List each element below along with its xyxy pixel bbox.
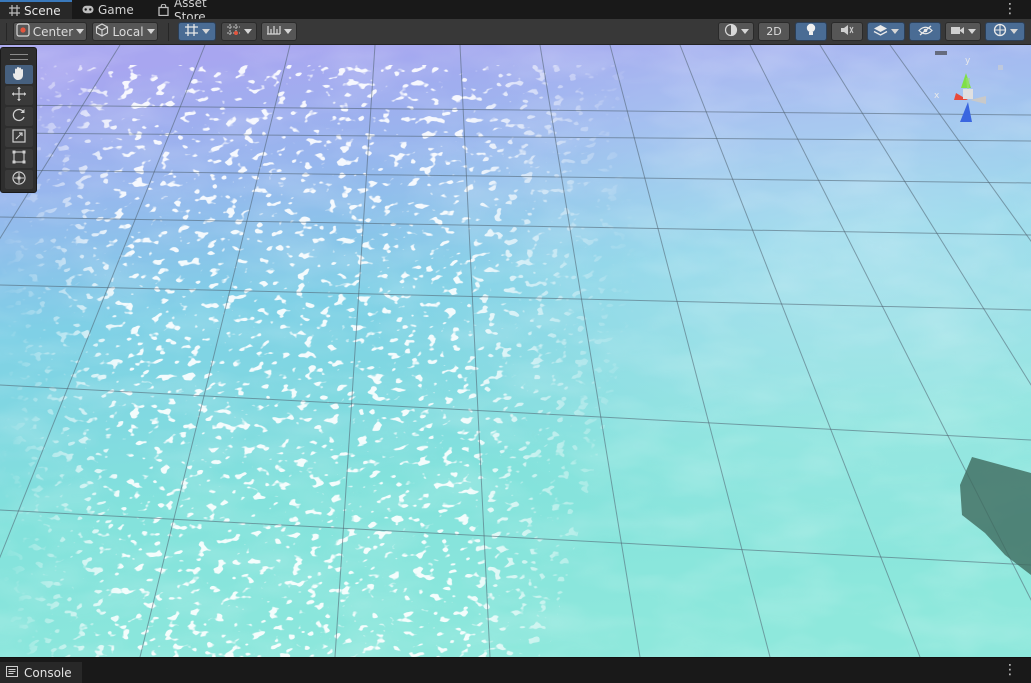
pivot-label: Center xyxy=(32,24,74,39)
tab-scene[interactable]: Scene xyxy=(0,0,72,19)
toolbar-separator xyxy=(6,23,7,41)
draw-mode-dropdown[interactable] xyxy=(718,22,754,41)
toolbar-separator xyxy=(168,23,169,41)
chevron-down-icon xyxy=(146,29,155,34)
bottom-panel: Console ⋮ xyxy=(0,657,1031,683)
ruler-icon xyxy=(266,24,281,39)
pivot-icon xyxy=(16,23,30,40)
drag-handle-icon[interactable] xyxy=(10,54,28,60)
ruler-dropdown[interactable] xyxy=(261,22,297,41)
lightbulb-icon xyxy=(805,23,817,40)
water-surface xyxy=(0,45,1031,657)
transform-tool-button[interactable] xyxy=(5,170,33,189)
scene-visibility-toggle[interactable] xyxy=(909,22,941,41)
rect-transform-icon xyxy=(11,149,27,168)
pivot-center-dropdown[interactable]: Center xyxy=(13,22,87,41)
more-options-icon[interactable]: ⋮ xyxy=(1003,662,1017,678)
cube-icon xyxy=(95,23,109,40)
console-label: Console xyxy=(24,665,72,680)
chevron-down-icon xyxy=(284,29,292,34)
effects-dropdown[interactable] xyxy=(867,22,905,41)
tab-console[interactable]: Console xyxy=(0,662,82,683)
eye-slash-icon xyxy=(917,24,933,39)
gizmo-globe-icon xyxy=(993,23,1007,40)
chevron-down-icon xyxy=(202,29,210,34)
chevron-down-icon xyxy=(76,29,85,34)
increment-snap-dropdown[interactable] xyxy=(221,22,257,41)
gamepad-icon xyxy=(82,4,94,16)
hand-tool-button[interactable] xyxy=(5,65,33,84)
2d-label: 2D xyxy=(766,25,782,38)
scale-tool-button[interactable] xyxy=(5,128,33,147)
scene-toolbar: Center Local 2D xyxy=(0,19,1031,45)
grid-icon xyxy=(8,5,20,17)
scene-audio-toggle[interactable] xyxy=(831,22,863,41)
scene-viewport[interactable] xyxy=(0,45,1031,657)
console-icon xyxy=(6,665,18,680)
chevron-down-icon xyxy=(1009,29,1018,34)
move-tool-button[interactable] xyxy=(5,86,33,105)
snap-increment-icon xyxy=(226,23,241,40)
move-arrows-icon xyxy=(11,86,27,105)
space-local-dropdown[interactable]: Local xyxy=(92,22,158,41)
space-label: Local xyxy=(112,24,144,39)
tab-game[interactable]: Game xyxy=(74,0,144,19)
camera-icon xyxy=(950,25,965,39)
2d-mode-toggle[interactable]: 2D xyxy=(758,22,790,41)
camera-settings-dropdown[interactable] xyxy=(945,22,981,41)
speaker-icon xyxy=(840,24,854,39)
rect-tool-button[interactable] xyxy=(5,149,33,168)
rotate-tool-button[interactable] xyxy=(5,107,33,126)
chevron-down-icon xyxy=(244,29,252,34)
chevron-down-icon xyxy=(891,29,899,34)
editor-tab-bar: Scene Game Asset Store ⋮ xyxy=(0,0,1031,24)
chevron-down-icon xyxy=(968,29,976,34)
gizmos-dropdown[interactable] xyxy=(985,22,1025,41)
grid-snap-icon xyxy=(184,23,199,40)
tab-label: Game xyxy=(98,2,134,17)
tab-asset-store[interactable]: Asset Store xyxy=(150,0,250,24)
hand-icon xyxy=(11,65,27,84)
layers-effects-icon xyxy=(873,24,888,40)
tab-label: Scene xyxy=(24,3,61,18)
transform-icon xyxy=(11,170,27,189)
shopping-bag-icon xyxy=(158,3,170,16)
rotate-icon xyxy=(11,107,27,126)
shading-sphere-icon xyxy=(724,23,738,40)
gizmo-y-label: y xyxy=(965,56,971,66)
more-options-icon[interactable]: ⋮ xyxy=(1003,2,1017,16)
scale-icon xyxy=(11,128,27,147)
gizmo-x-label: x xyxy=(934,91,940,101)
tool-palette xyxy=(0,47,37,193)
scene-lighting-toggle[interactable] xyxy=(795,22,827,41)
chevron-down-icon xyxy=(740,29,749,34)
grid-snapping-toggle[interactable] xyxy=(178,22,216,41)
orientation-gizmo[interactable]: y x xyxy=(930,50,1010,160)
